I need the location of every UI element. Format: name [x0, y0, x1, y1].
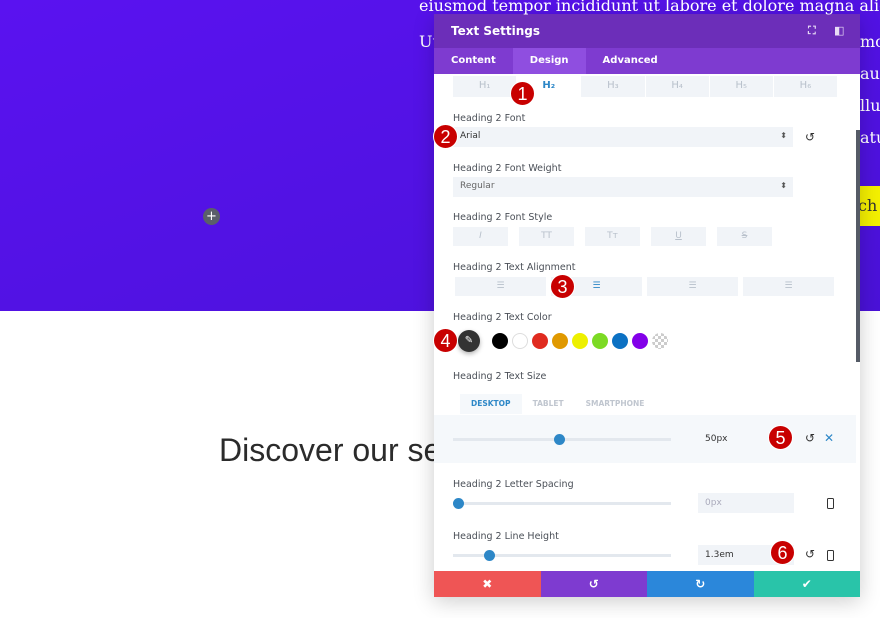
underline-button[interactable]: U	[651, 227, 706, 246]
slider-handle[interactable]	[554, 434, 566, 445]
background-text: eiusmod tempor incididunt ut labore et d…	[419, 0, 880, 15]
line-height-slider[interactable]	[453, 550, 671, 561]
letter-spacing-input[interactable]: 0px	[698, 493, 794, 513]
line-height-label: Heading 2 Line Height	[453, 531, 559, 542]
device-tab-tablet[interactable]: TABLET	[522, 394, 575, 414]
color-swatch[interactable]	[652, 333, 668, 349]
panel-title: Text Settings	[451, 24, 541, 38]
step-badge: 6	[770, 540, 795, 565]
heading-tab-h1[interactable]: H₁	[453, 76, 517, 97]
fullscreen-icon[interactable]: ⛶	[808, 24, 816, 38]
background-text: llu	[860, 96, 880, 115]
letter-spacing-label: Heading 2 Letter Spacing	[453, 479, 574, 490]
heading-tab-h5[interactable]: H₅	[709, 76, 773, 97]
align-justify-icon: ☰	[784, 281, 793, 291]
save-button[interactable]: ✔	[753, 571, 860, 597]
redo-button[interactable]: ↻	[647, 571, 754, 597]
align-right-button[interactable]: ☰	[647, 277, 738, 296]
color-swatch[interactable]	[612, 333, 628, 349]
text-settings-panel: Text Settings ⛶ ◧ Content Design Advance…	[434, 14, 860, 597]
letter-spacing-slider[interactable]	[453, 498, 671, 509]
font-style-label: Heading 2 Font Style	[453, 212, 553, 223]
color-swatch[interactable]	[492, 333, 508, 349]
font-weight-label: Heading 2 Font Weight	[453, 163, 562, 174]
phone-icon[interactable]	[827, 550, 834, 561]
tab-design[interactable]: Design	[512, 48, 586, 74]
color-swatch[interactable]	[592, 333, 608, 349]
phone-icon[interactable]	[827, 498, 834, 509]
italic-button[interactable]: I	[453, 227, 508, 246]
heading-tab-h4[interactable]: H₄	[645, 76, 709, 97]
close-icon[interactable]: ✕	[824, 431, 834, 445]
undo-button[interactable]: ↺	[540, 571, 647, 597]
step-badge: 1	[510, 81, 535, 106]
background-text: atu	[860, 128, 880, 147]
background-text: mo	[860, 32, 880, 51]
sidebar-toggle-icon[interactable]: ◧	[834, 24, 844, 37]
device-tab-desktop[interactable]: DESKTOP	[460, 394, 522, 414]
scrollbar[interactable]	[856, 130, 860, 362]
font-select[interactable]: Arial	[453, 127, 793, 147]
eyedropper-icon[interactable]: ✎	[458, 330, 480, 352]
slider-handle[interactable]	[453, 498, 464, 509]
font-label: Heading 2 Font	[453, 113, 526, 124]
color-swatch[interactable]	[512, 333, 528, 349]
text-color-label: Heading 2 Text Color	[453, 312, 552, 323]
panel-header: Text Settings ⛶ ◧	[434, 14, 860, 48]
discard-button[interactable]: ✖	[434, 571, 541, 597]
device-tab-smartphone[interactable]: SMARTPHONE	[575, 394, 656, 414]
background-text: au	[860, 64, 880, 83]
color-swatch[interactable]	[632, 333, 648, 349]
align-left-icon: ☰	[496, 281, 505, 291]
step-badge: 4	[433, 328, 458, 353]
tab-content[interactable]: Content	[434, 48, 513, 74]
strikethrough-button[interactable]: S	[717, 227, 772, 246]
heading-tab-h6[interactable]: H₆	[773, 76, 838, 97]
section-heading: Discover our se	[219, 432, 442, 468]
reset-icon[interactable]: ↺	[805, 130, 815, 144]
capitalize-button[interactable]: Tт	[585, 227, 640, 246]
reset-icon[interactable]: ↺	[805, 431, 815, 445]
align-center-icon: ☰	[592, 281, 601, 291]
align-right-icon: ☰	[688, 281, 697, 291]
alignment-label: Heading 2 Text Alignment	[453, 262, 576, 273]
heading-tab-h3[interactable]: H₃	[581, 76, 645, 97]
align-left-button[interactable]: ☰	[455, 277, 546, 296]
uppercase-button[interactable]: TT	[519, 227, 574, 246]
align-justify-button[interactable]: ☰	[743, 277, 834, 296]
color-swatch[interactable]	[532, 333, 548, 349]
reset-icon[interactable]: ↺	[805, 547, 815, 561]
font-weight-select[interactable]: Regular	[453, 177, 793, 197]
plus-icon[interactable]: +	[203, 208, 220, 225]
step-badge: 5	[768, 425, 793, 450]
tab-advanced[interactable]: Advanced	[586, 48, 675, 74]
color-swatch[interactable]	[572, 333, 588, 349]
text-size-label: Heading 2 Text Size	[453, 371, 547, 382]
color-swatch[interactable]	[552, 333, 568, 349]
step-badge: 2	[433, 124, 458, 149]
text-size-slider[interactable]	[453, 434, 671, 445]
step-badge: 3	[550, 274, 575, 299]
slider-handle[interactable]	[484, 550, 496, 561]
